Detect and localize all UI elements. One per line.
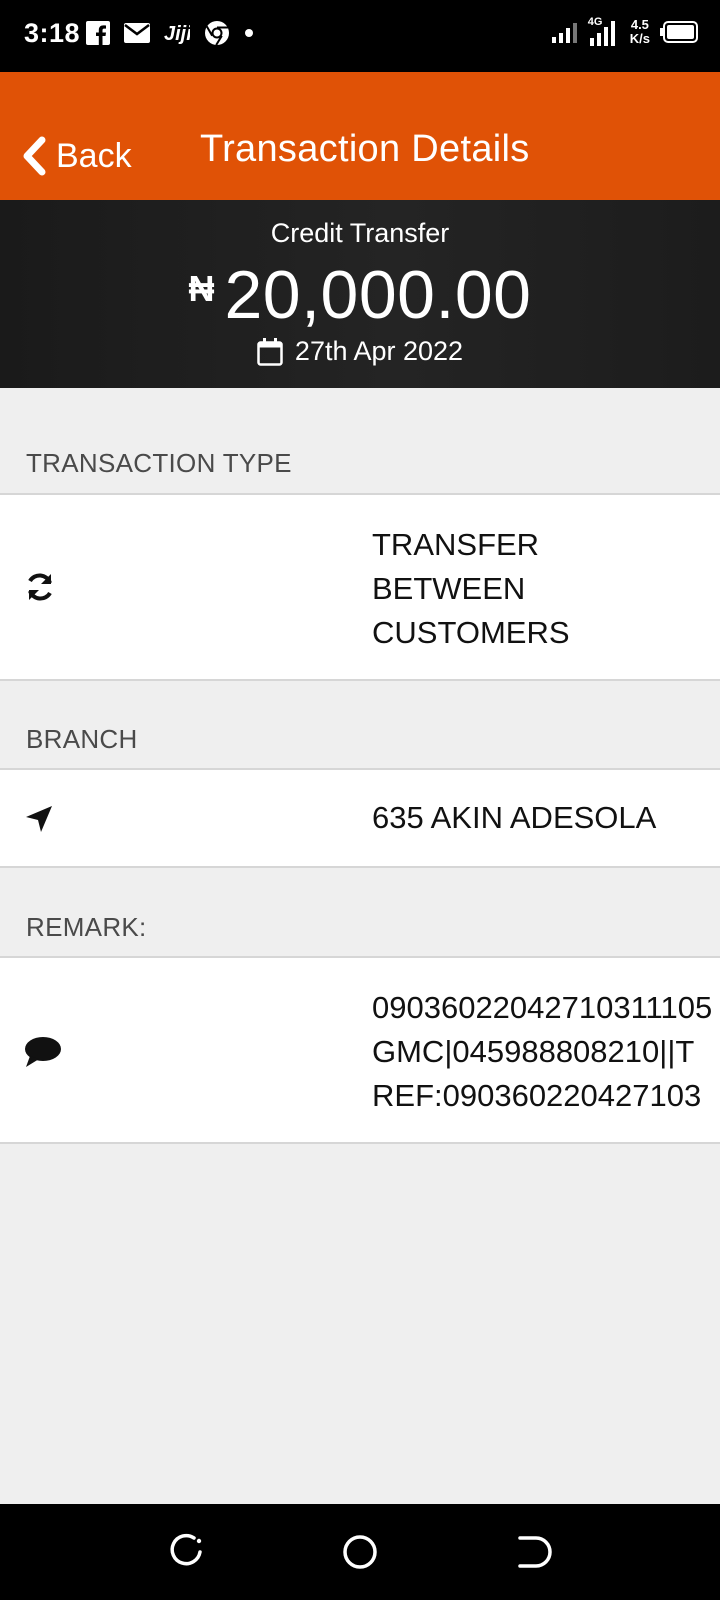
jiji-icon: Jiji	[164, 23, 190, 45]
status-bar: 3:18 Jiji 4G 4.5 K/s	[0, 0, 720, 72]
dot-icon	[245, 29, 253, 37]
calendar-icon	[257, 337, 283, 366]
transaction-type-line: CUSTOMERS	[372, 615, 570, 650]
remark-value: 09036022042710311105 GMC|045988808210||T…	[372, 986, 712, 1118]
recents-button[interactable]	[166, 1532, 206, 1572]
system-icons: 4G 4.5 K/s	[551, 16, 698, 46]
remark-line: REF:090360220427103	[372, 1078, 702, 1113]
branch-value: 635 AKIN ADESOLA	[372, 800, 657, 835]
back-nav-button[interactable]	[514, 1532, 554, 1572]
signal-icon	[551, 23, 577, 43]
transaction-type-line: TRANSFER	[372, 527, 540, 562]
transaction-type-value: TRANSFER BETWEEN CUSTOMERS	[372, 523, 570, 655]
page-title: Transaction Details	[200, 128, 530, 170]
network-speed: 4.5 K/s	[630, 18, 650, 46]
signal-4g-icon	[589, 21, 615, 46]
back-button[interactable]: Back	[20, 136, 132, 176]
mail-icon	[124, 23, 150, 43]
transaction-type-summary: Credit Transfer	[270, 218, 450, 248]
remark-row: 09036022042710311105 GMC|045988808210||T…	[0, 956, 720, 1144]
remark-line: GMC|045988808210||T	[372, 1034, 695, 1069]
currency-symbol: ₦	[188, 268, 215, 309]
comment-icon	[25, 1037, 61, 1067]
speed-value: 4.5	[630, 17, 649, 32]
transaction-type-line: BETWEEN	[372, 571, 526, 606]
branch-label: BRANCH	[26, 724, 138, 754]
remark-label: REMARK:	[26, 912, 147, 942]
amount-value: 20,000.00	[224, 257, 532, 333]
transaction-type-label: TRANSACTION TYPE	[26, 448, 292, 478]
branch-row: 635 AKIN ADESOLA	[0, 768, 720, 868]
home-button[interactable]	[340, 1532, 380, 1572]
chevron-left-icon	[23, 136, 46, 176]
refresh-icon	[28, 573, 52, 601]
transaction-date: 27th Apr 2022	[0, 336, 720, 367]
amount: ₦ 20,000.00	[0, 256, 720, 334]
signal-4g: 4G	[588, 16, 620, 46]
svg-text:Jiji: Jiji	[164, 23, 190, 45]
transaction-summary: Credit Transfer ₦ 20,000.00 27th Apr 202…	[0, 200, 720, 388]
navigation-bar	[0, 1504, 720, 1600]
location-arrow-icon	[26, 806, 52, 832]
screen: 3:18 Jiji 4G 4.5 K/s Back Transaction De…	[0, 0, 720, 1600]
chrome-icon	[205, 21, 229, 46]
battery-icon	[660, 21, 698, 43]
status-time: 3:18	[24, 18, 81, 48]
back-label: Back	[56, 136, 132, 175]
speed-unit: K/s	[629, 31, 650, 46]
transaction-type-row: TRANSFER BETWEEN CUSTOMERS	[0, 493, 720, 681]
facebook-icon	[86, 21, 110, 45]
notification-icons: Jiji	[86, 20, 254, 46]
remark-line: 09036022042710311105	[372, 990, 713, 1025]
date-text: 27th Apr 2022	[294, 336, 464, 366]
